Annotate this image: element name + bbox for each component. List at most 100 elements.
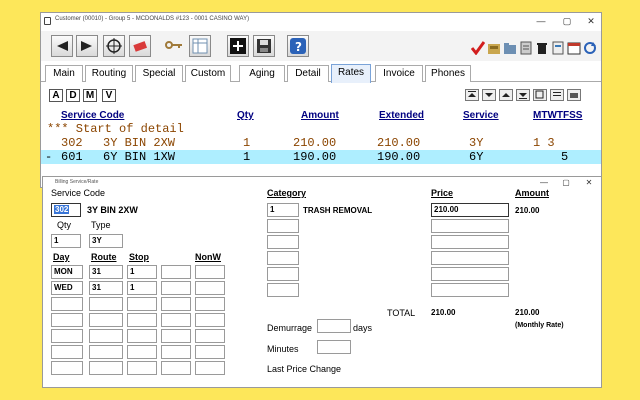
document-icon[interactable]	[551, 41, 565, 55]
previous-record-button[interactable]	[51, 35, 73, 57]
schedule-cell-input[interactable]	[161, 313, 191, 327]
schedule-cell-input[interactable]	[195, 265, 225, 279]
tab-aging[interactable]: Aging	[239, 65, 285, 82]
route-input[interactable]: 31	[89, 265, 123, 279]
schedule-cell-input[interactable]	[161, 345, 191, 359]
schedule-cell-input[interactable]	[161, 265, 191, 279]
charge-cell-input[interactable]	[431, 251, 509, 265]
add-line-button[interactable]: A	[49, 89, 63, 102]
tab-main[interactable]: Main	[45, 65, 83, 82]
day-input[interactable]: WED	[51, 281, 83, 295]
calendar-icon[interactable]	[567, 41, 581, 55]
service-code-input[interactable]: 302	[51, 203, 81, 217]
minutes-input[interactable]	[317, 340, 351, 354]
cabinet-icon[interactable]	[487, 41, 501, 55]
schedule-cell-input[interactable]	[195, 313, 225, 327]
stop-input[interactable]: 1	[127, 281, 157, 295]
trash-can-icon[interactable]	[535, 41, 549, 55]
schedule-cell-input[interactable]	[127, 345, 157, 359]
price-input[interactable]: 210.00	[431, 203, 509, 217]
schedule-cell-input[interactable]	[161, 329, 191, 343]
charge-cell-input[interactable]	[267, 283, 299, 297]
folder-icon[interactable]	[503, 41, 517, 55]
close-button[interactable]: ✕	[579, 13, 601, 29]
copy-button[interactable]	[533, 89, 547, 101]
schedule-cell-input[interactable]	[51, 313, 83, 327]
minimize-button[interactable]: —	[529, 13, 553, 29]
eraser-button[interactable]	[129, 35, 151, 57]
schedule-cell-input[interactable]	[51, 345, 83, 359]
move-last-button[interactable]	[516, 89, 530, 101]
day-input[interactable]: MON	[51, 265, 83, 279]
tab-custom[interactable]: Custom	[185, 65, 231, 82]
table-row[interactable]: - 601 6Y BIN 1XW 1 190.00 190.00 6Y 5	[41, 150, 601, 164]
move-up-button[interactable]	[499, 89, 513, 101]
col-qty[interactable]: Qty	[237, 110, 254, 121]
key-button[interactable]	[163, 35, 185, 57]
notes-button[interactable]	[189, 35, 211, 57]
charge-cell-input[interactable]	[267, 235, 299, 249]
modify-line-button[interactable]: M	[83, 89, 97, 102]
report-icon[interactable]	[519, 41, 533, 55]
detail-maximize-button[interactable]: ▢	[555, 177, 577, 189]
help-button[interactable]: ?	[287, 35, 309, 57]
save-button[interactable]	[253, 35, 275, 57]
schedule-cell-input[interactable]	[195, 281, 225, 295]
schedule-cell-input[interactable]	[51, 361, 83, 375]
charge-cell-input[interactable]	[267, 219, 299, 233]
schedule-cell-input[interactable]	[195, 345, 225, 359]
charge-cell-input[interactable]	[431, 235, 509, 249]
charge-cell-input[interactable]	[267, 267, 299, 281]
schedule-cell-input[interactable]	[89, 329, 123, 343]
tab-phones[interactable]: Phones	[425, 65, 471, 82]
col-service[interactable]: Service	[463, 110, 499, 121]
category-code-input[interactable]: 1	[267, 203, 299, 217]
tab-detail[interactable]: Detail	[287, 65, 329, 82]
schedule-cell-input[interactable]	[127, 329, 157, 343]
schedule-cell-input[interactable]	[161, 281, 191, 295]
schedule-cell-input[interactable]	[195, 297, 225, 311]
qty-input[interactable]: 1	[51, 234, 81, 248]
refresh-icon[interactable]	[583, 41, 597, 55]
schedule-cell-input[interactable]	[89, 361, 123, 375]
find-button[interactable]	[103, 35, 125, 57]
schedule-cell-input[interactable]	[89, 345, 123, 359]
print-button[interactable]	[567, 89, 581, 101]
tab-routing[interactable]: Routing	[85, 65, 133, 82]
schedule-cell-input[interactable]	[51, 329, 83, 343]
col-service-code[interactable]: Service Code	[61, 110, 124, 121]
schedule-cell-input[interactable]	[161, 361, 191, 375]
schedule-cell-input[interactable]	[161, 297, 191, 311]
demurrage-input[interactable]	[317, 319, 351, 333]
tab-special[interactable]: Special	[135, 65, 183, 82]
schedule-cell-input[interactable]	[127, 313, 157, 327]
tab-invoice[interactable]: Invoice	[375, 65, 423, 82]
charge-cell-input[interactable]	[431, 283, 509, 297]
schedule-cell-input[interactable]	[127, 297, 157, 311]
schedule-cell-input[interactable]	[195, 361, 225, 375]
schedule-cell-input[interactable]	[127, 361, 157, 375]
detail-close-button[interactable]: ✕	[578, 177, 600, 189]
charge-cell-input[interactable]	[431, 267, 509, 281]
schedule-cell-input[interactable]	[89, 297, 123, 311]
col-extended[interactable]: Extended	[379, 110, 424, 121]
checkmark-icon[interactable]	[471, 41, 485, 55]
add-button[interactable]	[227, 35, 249, 57]
list-button[interactable]	[550, 89, 564, 101]
charge-cell-input[interactable]	[267, 251, 299, 265]
schedule-cell-input[interactable]	[51, 297, 83, 311]
route-input[interactable]: 31	[89, 281, 123, 295]
stop-input[interactable]: 1	[127, 265, 157, 279]
next-record-button[interactable]	[76, 35, 98, 57]
delete-line-button[interactable]: D	[66, 89, 80, 102]
move-first-button[interactable]	[465, 89, 479, 101]
type-input[interactable]: 3Y	[89, 234, 123, 248]
view-line-button[interactable]: V	[102, 89, 116, 102]
table-row[interactable]: 302 3Y BIN 2XW 1 210.00 210.00 3Y 1 3	[41, 136, 601, 150]
move-down-button[interactable]	[482, 89, 496, 101]
charge-cell-input[interactable]	[431, 219, 509, 233]
col-amount[interactable]: Amount	[301, 110, 339, 121]
col-days[interactable]: MTWTFSS	[533, 110, 582, 121]
tab-rates[interactable]: Rates	[331, 64, 371, 83]
schedule-cell-input[interactable]	[89, 313, 123, 327]
